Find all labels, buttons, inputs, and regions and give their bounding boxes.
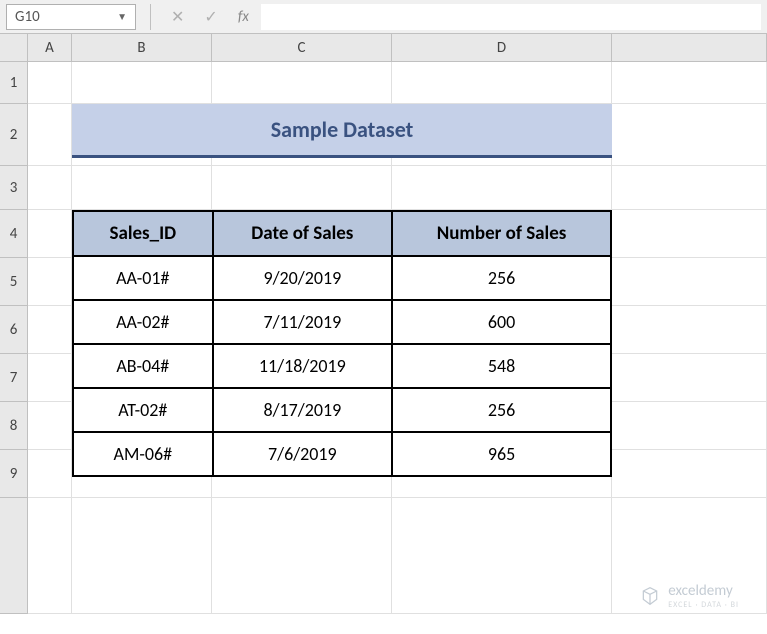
cell-number[interactable]: 256 xyxy=(392,388,611,432)
row-header-3[interactable]: 3 xyxy=(0,166,28,210)
formula-bar: G10 ▼ ✕ ✓ fx xyxy=(0,0,767,34)
cells-grid[interactable]: Sample Dataset Sales_ID Date of Sales Nu… xyxy=(28,62,767,614)
watermark: exceldemy EXCEL · DATA · BI xyxy=(640,582,739,610)
cell-sales-id[interactable]: AT-02# xyxy=(73,388,213,432)
row-header-1[interactable]: 1 xyxy=(0,62,28,104)
cell-sales-id[interactable]: AA-02# xyxy=(73,300,213,344)
cell-sales-id[interactable]: AB-04# xyxy=(73,344,213,388)
cell-number[interactable]: 965 xyxy=(392,432,611,476)
cell-date[interactable]: 11/18/2019 xyxy=(213,344,392,388)
row-headers: 1 2 3 4 5 6 7 8 9 xyxy=(0,62,28,614)
col-header-b[interactable]: B xyxy=(72,34,212,62)
select-all-corner[interactable] xyxy=(0,34,28,62)
row-header-6[interactable]: 6 xyxy=(0,306,28,354)
table-row: AT-02# 8/17/2019 256 xyxy=(73,388,611,432)
cell-date[interactable]: 7/6/2019 xyxy=(213,432,392,476)
row-header-8[interactable]: 8 xyxy=(0,402,28,450)
row-header-extra[interactable] xyxy=(0,498,28,614)
row-header-4[interactable]: 4 xyxy=(0,210,28,258)
logo-icon xyxy=(640,586,660,606)
cell-number[interactable]: 548 xyxy=(392,344,611,388)
cell-sales-id[interactable]: AA-01# xyxy=(73,256,213,300)
table-row: AA-01# 9/20/2019 256 xyxy=(73,256,611,300)
cell-date[interactable]: 9/20/2019 xyxy=(213,256,392,300)
separator xyxy=(150,4,151,30)
cell-number[interactable]: 256 xyxy=(392,256,611,300)
header-date[interactable]: Date of Sales xyxy=(213,211,392,256)
enter-icon[interactable]: ✓ xyxy=(204,7,217,27)
row-header-9[interactable]: 9 xyxy=(0,450,28,498)
col-header-d[interactable]: D xyxy=(392,34,612,62)
table-header-row: Sales_ID Date of Sales Number of Sales xyxy=(73,211,611,256)
header-sales-id[interactable]: Sales_ID xyxy=(73,211,213,256)
name-box[interactable]: G10 ▼ xyxy=(6,4,136,30)
watermark-tagline: EXCEL · DATA · BI xyxy=(668,600,739,610)
watermark-name: exceldemy xyxy=(668,582,739,600)
cell-date[interactable]: 8/17/2019 xyxy=(213,388,392,432)
table-row: AA-02# 7/11/2019 600 xyxy=(73,300,611,344)
cell-date[interactable]: 7/11/2019 xyxy=(213,300,392,344)
fx-icon[interactable]: fx xyxy=(238,8,249,26)
col-header-extra[interactable] xyxy=(612,34,767,62)
sales-table: Sales_ID Date of Sales Number of Sales A… xyxy=(72,210,612,477)
cancel-icon[interactable]: ✕ xyxy=(171,7,184,27)
watermark-text-block: exceldemy EXCEL · DATA · BI xyxy=(668,582,739,610)
header-number[interactable]: Number of Sales xyxy=(392,211,611,256)
col-header-c[interactable]: C xyxy=(212,34,392,62)
row-header-2[interactable]: 2 xyxy=(0,104,28,166)
cell-sales-id[interactable]: AM-06# xyxy=(73,432,213,476)
formula-input[interactable] xyxy=(261,4,761,30)
row-header-7[interactable]: 7 xyxy=(0,354,28,402)
table-row: AM-06# 7/6/2019 965 xyxy=(73,432,611,476)
table-row: AB-04# 11/18/2019 548 xyxy=(73,344,611,388)
dataset-title: Sample Dataset xyxy=(72,104,612,158)
cell-number[interactable]: 600 xyxy=(392,300,611,344)
column-headers: A B C D xyxy=(28,34,767,62)
cell-reference: G10 xyxy=(15,8,117,26)
col-header-a[interactable]: A xyxy=(28,34,72,62)
chevron-down-icon[interactable]: ▼ xyxy=(117,10,127,23)
formula-controls: ✕ ✓ fx xyxy=(159,7,261,27)
spreadsheet-area: A B C D 1 2 3 4 5 6 7 8 9 xyxy=(0,34,767,634)
row-header-5[interactable]: 5 xyxy=(0,258,28,306)
